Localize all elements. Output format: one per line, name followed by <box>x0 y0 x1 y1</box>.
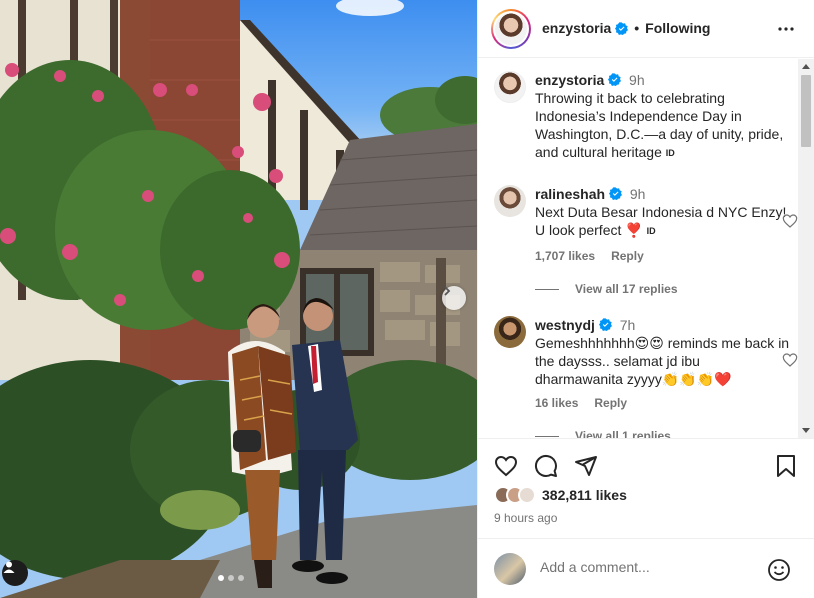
caption-time[interactable]: 9h <box>629 72 645 88</box>
avatar <box>494 553 526 585</box>
emoji-button[interactable] <box>767 558 791 585</box>
post-username[interactable]: enzystoria <box>542 20 611 36</box>
post-details-panel: enzystoria • Following enzystoria 9h Thr… <box>477 0 814 598</box>
add-comment-bar <box>478 538 814 598</box>
comment-meta: 1,707 likes Reply <box>535 249 644 263</box>
flag-badge: ID <box>646 226 656 236</box>
comment-icon <box>534 454 557 477</box>
separator-dot: • <box>634 20 640 36</box>
scroll-thumb[interactable] <box>801 75 811 147</box>
heart-icon <box>494 455 518 477</box>
comment-input[interactable] <box>540 559 760 575</box>
pagination-dot <box>218 575 224 581</box>
emoji-icon <box>768 559 790 581</box>
comment-text: Next Duta Besar Indonesia d NYC Enzy! U … <box>535 204 787 238</box>
post-actions: 382,811 likes 9 hours ago <box>478 438 814 538</box>
flag-badge: ID <box>665 148 675 158</box>
share-button[interactable] <box>574 454 598 481</box>
next-photo-button[interactable] <box>442 286 466 310</box>
view-replies-button[interactable]: View all 1 replies <box>535 429 671 438</box>
verified-badge-icon <box>608 73 622 86</box>
comment-time[interactable]: 7h <box>620 317 636 333</box>
photo-pagination <box>218 575 244 581</box>
comment-meta: 16 likes Reply <box>535 396 627 410</box>
view-replies-label: View all 1 replies <box>575 429 671 438</box>
comment-likes[interactable]: 1,707 likes <box>535 249 595 263</box>
view-replies-button[interactable]: View all 17 replies <box>535 282 678 296</box>
heart-icon[interactable] <box>782 352 798 368</box>
comment-username[interactable]: westnydj <box>535 317 595 333</box>
comment-time[interactable]: 9h <box>630 186 646 202</box>
like-button[interactable] <box>494 454 518 481</box>
scroll-down-arrow[interactable] <box>802 428 810 433</box>
likes-summary[interactable]: 382,811 likes <box>494 486 627 504</box>
story-ring[interactable] <box>491 9 531 49</box>
pagination-dot <box>228 575 234 581</box>
more-options-button[interactable] <box>777 20 795 41</box>
more-options-icon <box>778 27 794 31</box>
reply-button[interactable]: Reply <box>611 249 644 263</box>
comment-username[interactable]: ralineshah <box>535 186 605 202</box>
caption-username[interactable]: enzystoria <box>535 72 604 88</box>
divider <box>535 435 559 437</box>
likes-count[interactable]: 382,811 likes <box>542 487 627 503</box>
comment-button[interactable] <box>534 454 558 481</box>
view-replies-label: View all 17 replies <box>575 282 678 296</box>
post-header: enzystoria • Following <box>478 0 814 58</box>
comment-text: Gemeshhhhhhh😍😍 reminds me back in the da… <box>535 335 790 387</box>
avatar[interactable] <box>494 71 526 103</box>
bookmark-icon <box>777 455 795 477</box>
comments-scrollbar[interactable] <box>798 59 814 438</box>
post-photo[interactable] <box>0 0 477 598</box>
verified-badge-icon <box>598 318 612 331</box>
avatar <box>495 13 527 45</box>
verified-badge-icon <box>615 21 629 35</box>
caption-text: Throwing it back to celebrating Indonesi… <box>535 90 784 160</box>
comment-likes[interactable]: 16 likes <box>535 396 578 410</box>
following-button[interactable]: Following <box>645 20 710 36</box>
scroll-up-arrow[interactable] <box>802 64 810 69</box>
photo-illustration <box>0 0 477 598</box>
share-icon <box>575 456 597 476</box>
chevron-right-icon <box>444 286 451 296</box>
comment-emoji: ❣️ <box>625 222 643 238</box>
comments-list[interactable]: enzystoria 9h Throwing it back to celebr… <box>478 59 814 438</box>
avatar <box>518 486 536 504</box>
heart-icon[interactable] <box>782 213 798 229</box>
post-timestamp[interactable]: 9 hours ago <box>494 511 557 525</box>
avatar[interactable] <box>494 185 526 217</box>
verified-badge-icon <box>608 187 622 200</box>
tagged-users-button[interactable] <box>2 560 28 586</box>
user-tag-icon <box>3 561 15 573</box>
save-button[interactable] <box>775 454 797 481</box>
pagination-dot <box>238 575 244 581</box>
divider <box>535 288 559 290</box>
avatar[interactable] <box>494 316 526 348</box>
reply-button[interactable]: Reply <box>594 396 627 410</box>
